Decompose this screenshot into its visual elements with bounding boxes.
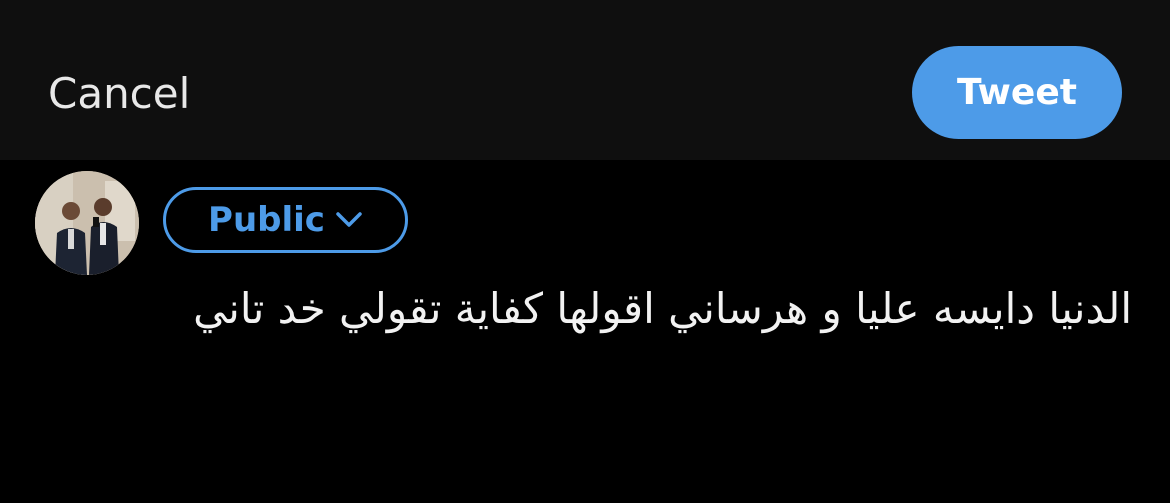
avatar <box>35 171 139 275</box>
audience-label: Public <box>208 200 325 240</box>
top-bar: Cancel Tweet <box>0 0 1170 160</box>
tweet-text-input[interactable]: الدنيا دايسه عليا و هرساني اقولها كفاية … <box>182 278 1132 340</box>
chevron-down-icon <box>335 211 363 229</box>
avatar-photo <box>35 171 139 275</box>
tweet-button[interactable]: Tweet <box>912 46 1122 139</box>
cancel-button[interactable]: Cancel <box>48 68 190 120</box>
audience-selector[interactable]: Public <box>163 187 408 253</box>
